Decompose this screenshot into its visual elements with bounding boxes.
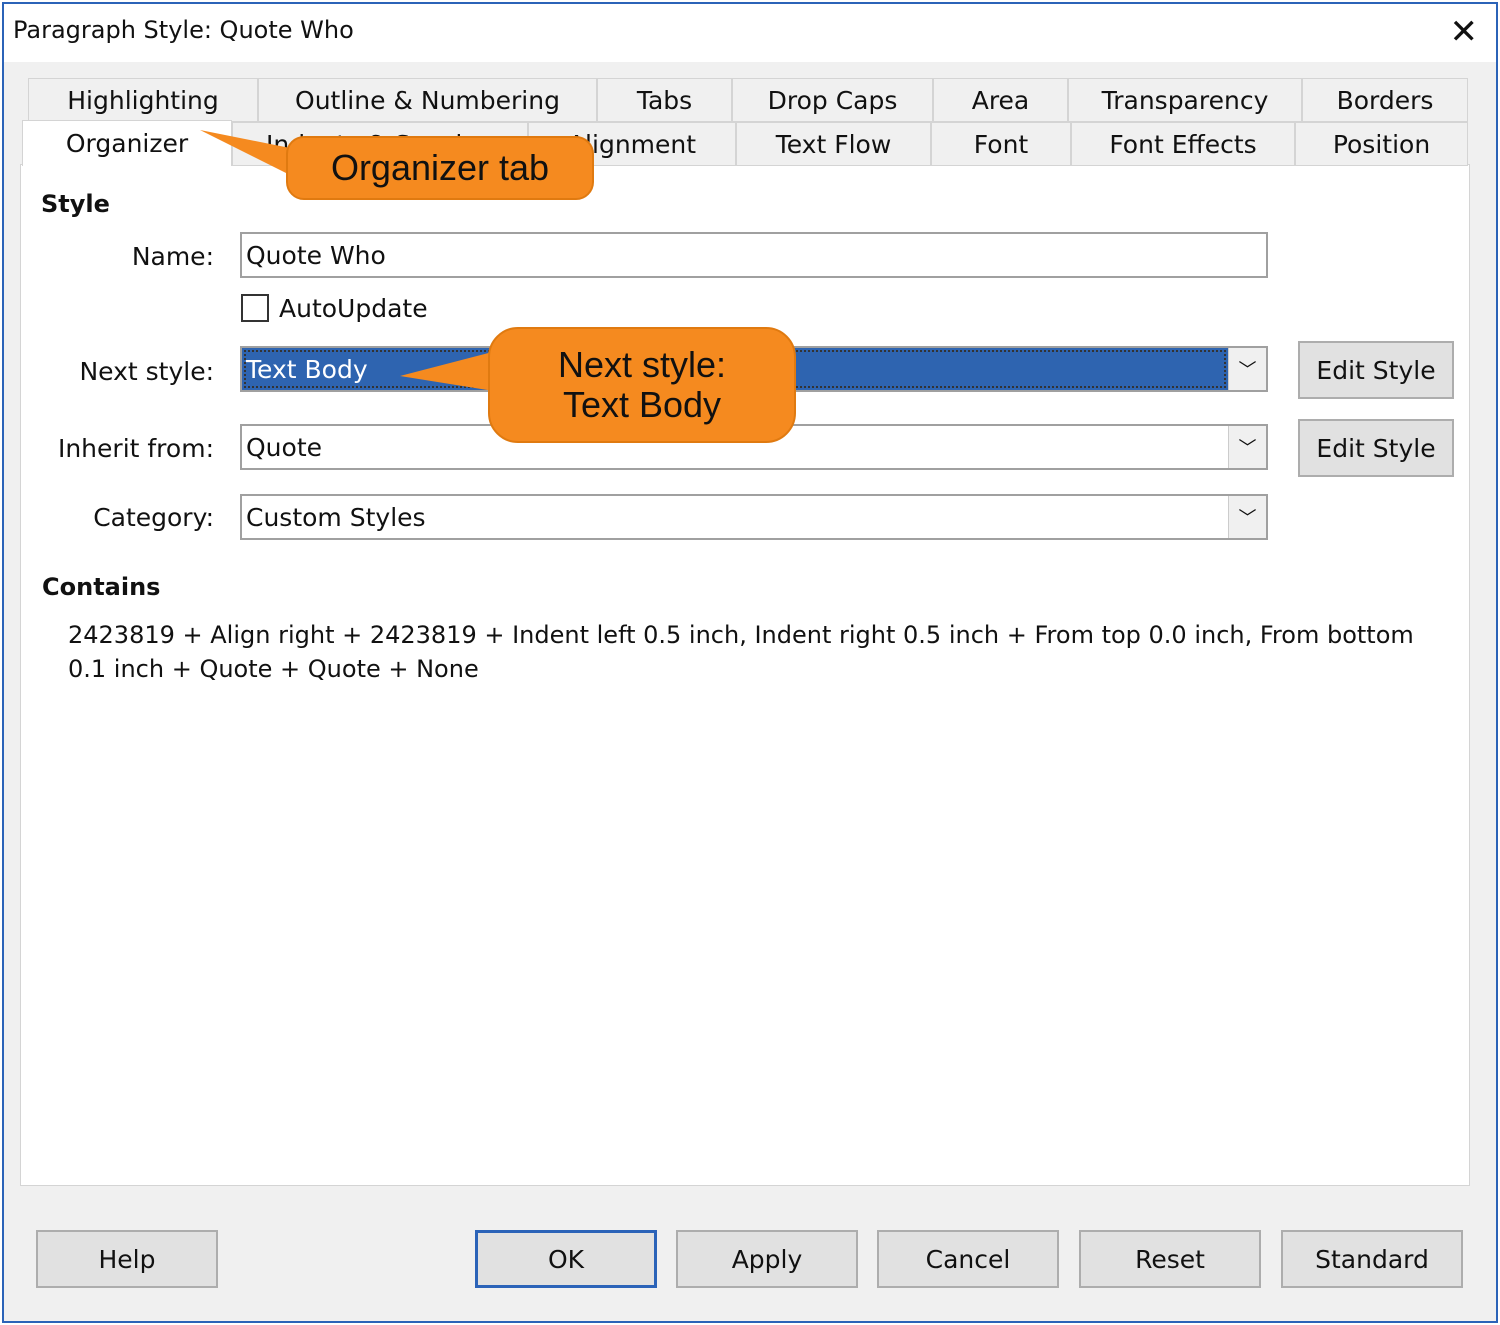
callout-pointers xyxy=(200,130,500,392)
organizer-callout-pointer xyxy=(200,130,300,180)
next-style-callout-pointer xyxy=(400,350,500,392)
organizer-callout: Organizer tab xyxy=(286,136,594,200)
next-style-callout: Next style: Text Body xyxy=(488,327,796,443)
